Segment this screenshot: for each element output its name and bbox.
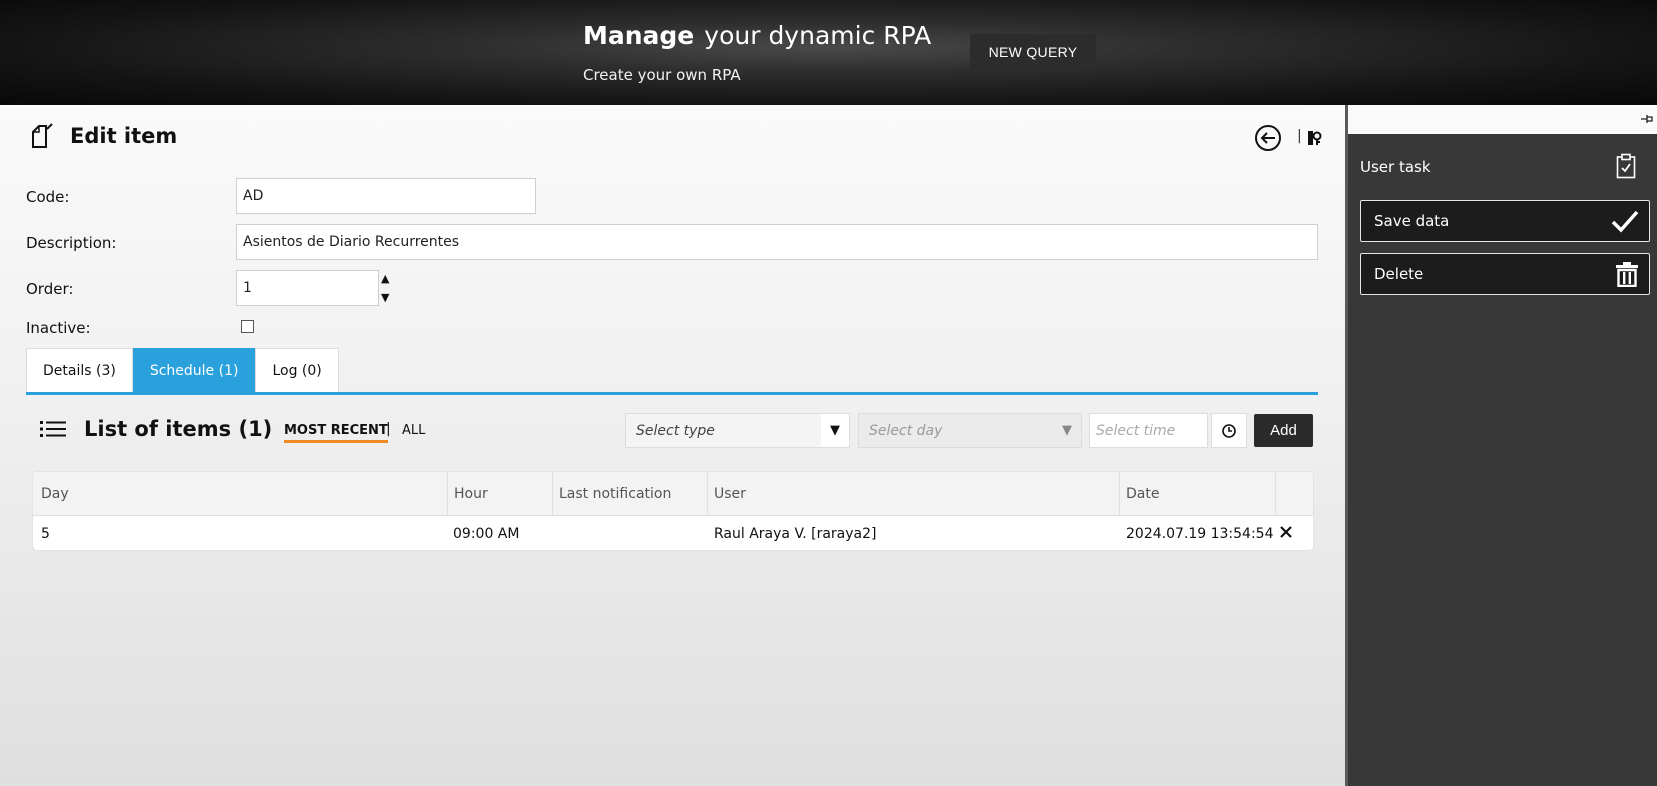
tab-details[interactable]: Details (3) (26, 348, 133, 392)
clock-button[interactable] (1211, 413, 1247, 448)
select-day[interactable]: Select day ▼ (858, 413, 1082, 448)
tab-log[interactable]: Log (0) (255, 348, 339, 392)
filter-all[interactable]: ALL (402, 423, 425, 438)
edit-document-icon (32, 123, 53, 148)
right-sidebar: User task Save data Delete (1345, 105, 1657, 786)
filter-separator: | (386, 421, 391, 437)
description-label: Description: (26, 234, 117, 252)
clipboard-check-icon (1616, 153, 1636, 179)
list-header: List of items (1) (40, 417, 272, 441)
order-field[interactable]: 1 (236, 270, 379, 306)
cell-user: Raul Araya V. [raraya2] (714, 526, 877, 542)
inactive-label: Inactive: (26, 319, 91, 337)
column-header-day[interactable]: Day (41, 472, 69, 515)
edit-header: Edit item (30, 123, 177, 149)
back-arrow-icon[interactable] (1254, 124, 1282, 152)
description-field[interactable]: Asientos de Diario Recurrentes (236, 224, 1318, 260)
sidebar-title: User task (1360, 158, 1431, 176)
tab-bar: Details (3) Schedule (1) Log (0) (26, 348, 339, 392)
tab-underline (26, 392, 1318, 395)
clock-icon (1222, 423, 1236, 438)
page-title: Edit item (70, 124, 178, 148)
header-separator: | (1297, 128, 1302, 144)
schedule-table: Day Hour Last notification User Date 5 0… (32, 471, 1314, 551)
hero-subtitle: Create your own RPA (583, 66, 741, 84)
chevron-down-icon: ▼ (821, 414, 849, 447)
column-header-hour[interactable]: Hour (454, 472, 488, 515)
column-header-date[interactable]: Date (1126, 472, 1159, 515)
add-button[interactable]: Add (1254, 414, 1313, 447)
cell-hour: 09:00 AM (453, 526, 520, 542)
cell-day: 5 (41, 526, 50, 542)
cell-date: 2024.07.19 13:54:54 (1126, 526, 1274, 542)
delete-label: Delete (1374, 265, 1424, 283)
column-header-last-notification[interactable]: Last notification (559, 472, 671, 515)
hero-title: Manage your dynamic RPA (583, 18, 931, 54)
hero-title-rest: your dynamic RPA (704, 21, 932, 50)
hero-title-bold: Manage (583, 21, 695, 50)
list-icon (40, 421, 66, 437)
save-data-label: Save data (1374, 212, 1450, 230)
new-query-button[interactable]: NEW QUERY (970, 34, 1096, 70)
code-field[interactable]: AD (236, 178, 536, 214)
user-key-icon[interactable] (1307, 130, 1323, 146)
inactive-checkbox[interactable] (241, 320, 254, 333)
filter-most-recent[interactable]: MOST RECENT (284, 423, 388, 443)
select-time-input[interactable]: Select time (1089, 413, 1208, 448)
table-row[interactable]: 5 09:00 AM Raul Araya V. [raraya2] 2024.… (33, 516, 1313, 550)
hero: Manage your dynamic RPA Create your own R… (583, 18, 931, 84)
pin-icon[interactable] (1641, 113, 1653, 125)
select-day-placeholder: Select day (869, 422, 943, 439)
select-type[interactable]: Select type ▼ (625, 413, 850, 448)
list-title: List of items (1) (84, 417, 273, 441)
code-label: Code: (26, 188, 70, 206)
checkmark-icon (1611, 210, 1639, 233)
chevron-down-icon: ▼ (1053, 414, 1081, 447)
column-header-user[interactable]: User (714, 472, 746, 515)
order-label: Order: (26, 280, 74, 298)
table-header: Day Hour Last notification User Date (33, 472, 1313, 516)
tab-schedule[interactable]: Schedule (1) (132, 348, 256, 392)
sidebar-top-strip (1348, 105, 1657, 134)
delete-row-icon[interactable] (1278, 524, 1294, 540)
order-stepper-down[interactable]: ▼ (381, 292, 389, 303)
top-banner: Manage your dynamic RPA Create your own R… (0, 0, 1657, 105)
main-panel: Edit item | Code: AD Description: Asient… (0, 105, 1345, 786)
select-type-placeholder: Select type (636, 422, 715, 439)
trash-icon (1616, 262, 1638, 287)
order-stepper-up[interactable]: ▲ (381, 273, 389, 284)
delete-button[interactable]: Delete (1360, 253, 1650, 295)
save-data-button[interactable]: Save data (1360, 200, 1650, 242)
